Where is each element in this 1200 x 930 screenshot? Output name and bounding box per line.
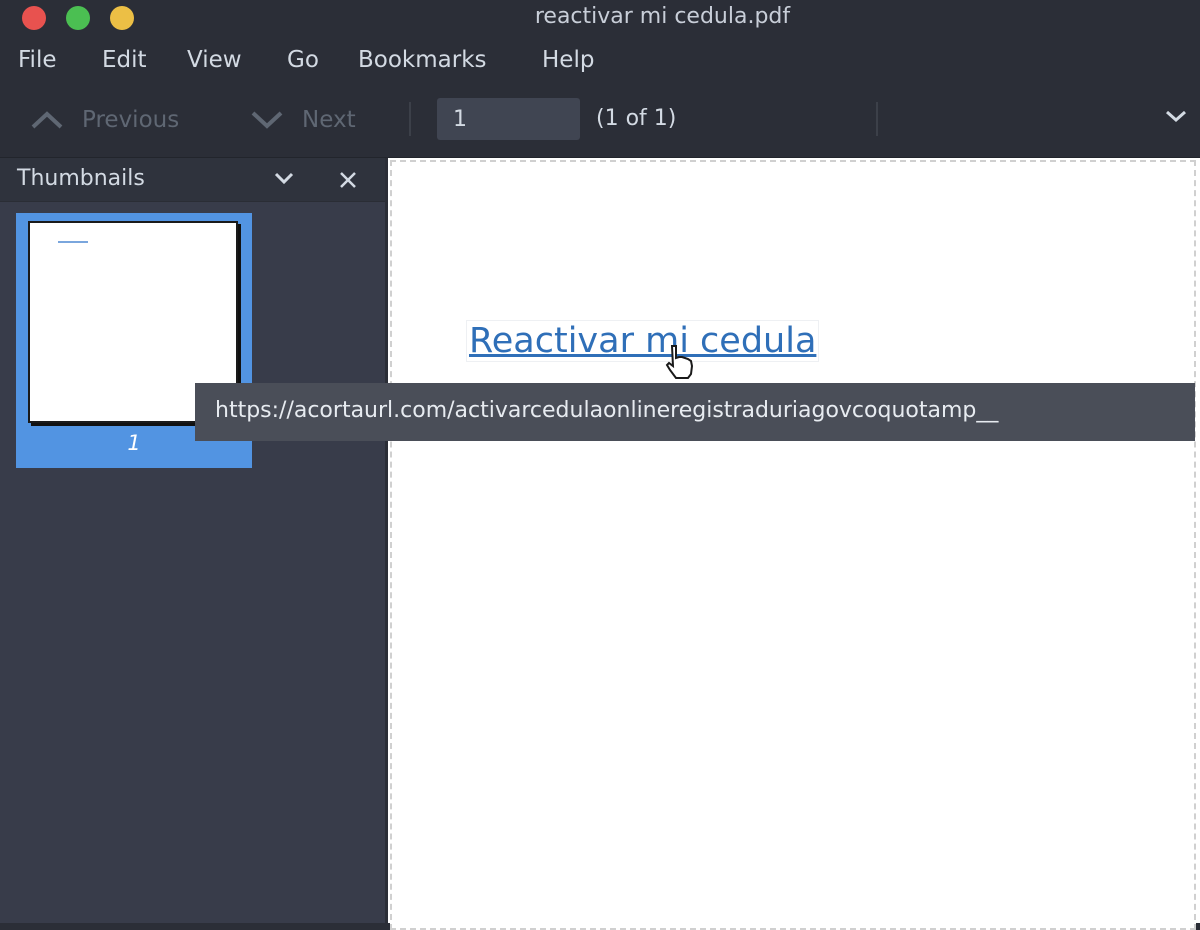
toolbar-separator [409, 102, 411, 136]
document-link[interactable]: Reactivar mi cedula [466, 320, 820, 362]
document-view: Reactivar mi cedula [388, 158, 1200, 930]
previous-label: Previous [82, 107, 180, 133]
next-label: Next [302, 107, 356, 133]
menu-file[interactable]: File [18, 47, 57, 73]
sidebar-mode-dropdown[interactable] [272, 169, 296, 191]
menu-view[interactable]: View [187, 47, 242, 73]
next-button[interactable]: Next [250, 102, 356, 138]
menu-go[interactable]: Go [287, 47, 319, 73]
window-title: reactivar mi cedula.pdf [534, 4, 791, 29]
title-bar: reactivar mi cedula.pdf [0, 0, 1200, 38]
toolbar: Previous Next (1 of 1) [0, 86, 1200, 158]
thumbnail-link-preview [58, 241, 88, 243]
page-number-input[interactable] [437, 98, 580, 140]
sidebar-title: Thumbnails [17, 166, 145, 191]
close-icon [340, 172, 356, 188]
sidebar-close-button[interactable] [338, 170, 358, 194]
page-count: (1 of 1) [596, 106, 677, 131]
sidebar-header: Thumbnails [0, 158, 385, 202]
hand-cursor-icon [664, 344, 698, 384]
menu-edit[interactable]: Edit [102, 47, 147, 73]
chevron-down-icon [251, 111, 283, 129]
chevron-down-icon [1166, 110, 1186, 123]
chevron-down-icon [274, 172, 294, 185]
sidebar: Thumbnails 1 [0, 158, 385, 923]
link-url-tooltip: https://acortaurl.com/activarcedulaonlin… [195, 383, 1195, 441]
menu-bar: File Edit View Go Bookmarks Help [0, 38, 1200, 86]
menu-bookmarks[interactable]: Bookmarks [358, 47, 487, 73]
toolbar-separator [876, 102, 878, 136]
chevron-up-icon [31, 111, 63, 129]
document-page: Reactivar mi cedula [390, 160, 1196, 930]
toolbar-overflow-button[interactable] [1164, 108, 1188, 128]
previous-button[interactable]: Previous [30, 102, 179, 138]
menu-help[interactable]: Help [542, 47, 594, 73]
